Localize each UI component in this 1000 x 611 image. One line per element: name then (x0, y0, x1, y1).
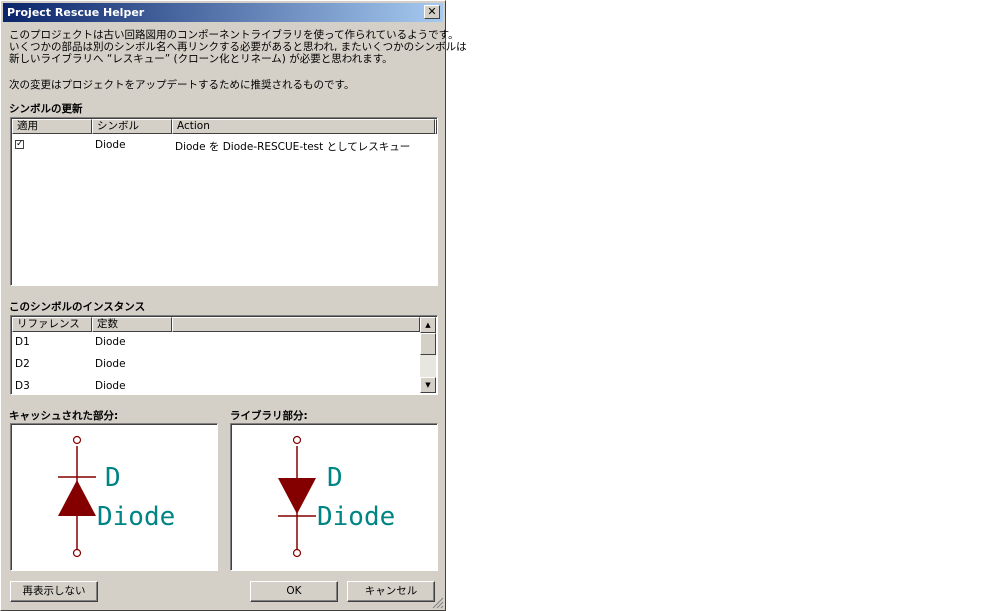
col-filler (435, 119, 437, 134)
title-bar[interactable]: Project Rescue Helper ✕ (3, 3, 443, 22)
scroll-thumb[interactable] (420, 333, 436, 355)
apply-checkbox[interactable]: ✓ (15, 140, 24, 149)
diode-right-icon: D Diode (278, 435, 395, 558)
row-ref: D1 (15, 336, 30, 348)
intro-line-1: このプロジェクトは古い回路図用のコンポーネントライブラリを使って作られているよう… (9, 29, 459, 41)
cancel-button[interactable]: キャンセル (347, 581, 435, 602)
scroll-up-button[interactable]: ▲ (420, 317, 436, 333)
row-symbol: Diode (95, 139, 126, 151)
symbols-list[interactable]: 適用 シンボル Action ✓ Diode Diode を Diode-RES… (10, 117, 438, 286)
row-value: Diode (95, 358, 126, 370)
cached-part-label: キャッシュされた部分: (9, 410, 119, 422)
col-reference[interactable]: リファレンス (12, 317, 92, 332)
diode-left-icon: D Diode (58, 435, 175, 558)
arrow-up-icon: ▲ (425, 321, 431, 329)
col-apply[interactable]: 適用 (12, 119, 92, 134)
symbols-heading: シンボルの更新 (9, 103, 83, 115)
library-part-preview: D Diode (230, 423, 438, 571)
col-value[interactable]: 定数 (92, 317, 172, 332)
row-ref: D2 (15, 358, 30, 370)
scroll-down-button[interactable]: ▼ (420, 377, 436, 393)
close-button[interactable]: ✕ (424, 5, 440, 19)
rescue-dialog: Project Rescue Helper ✕ このプロジェクトは古い回路図用の… (0, 0, 467, 611)
vertical-scrollbar[interactable]: ▲ ▼ (420, 317, 436, 393)
row-value: Diode (95, 336, 126, 348)
row-value: Diode (95, 380, 126, 392)
library-part-label: ライブラリ部分: (230, 410, 308, 422)
intro-text: このプロジェクトは古い回路図用のコンポーネントライブラリを使って作られているよう… (9, 29, 467, 65)
recommend-text: 次の変更はプロジェクトをアップデートするために推奨されるものです。 (9, 79, 355, 91)
library-value: Diode (317, 502, 395, 532)
cached-part-preview: D Diode (10, 423, 218, 571)
resize-grip-icon[interactable] (432, 597, 444, 609)
instances-list[interactable]: リファレンス 定数 D1 Diode D2 Diode D3 Diode ▲ ▼ (10, 315, 438, 395)
arrow-down-icon: ▼ (425, 381, 431, 389)
window-title: Project Rescue Helper (7, 6, 145, 19)
row-action: Diode を Diode-RESCUE-test としてレスキュー (175, 141, 411, 153)
library-ref: D (327, 463, 343, 493)
dont-show-again-button[interactable]: 再表示しない (10, 581, 98, 602)
cached-value: Diode (97, 502, 175, 532)
col-symbol[interactable]: シンボル (92, 119, 172, 134)
intro-line-2: いくつかの部品は別のシンボル名へ再リンクする必要があると思われ, またいくつかの… (9, 41, 467, 53)
close-icon: ✕ (427, 5, 437, 18)
ok-button[interactable]: OK (250, 581, 338, 602)
row-ref: D3 (15, 380, 30, 392)
intro-line-3: 新しいライブラリへ “レスキュー” (クローン化とリネーム) が必要と思われます… (9, 53, 393, 65)
cached-ref: D (105, 463, 121, 493)
col-filler-2 (172, 317, 420, 332)
col-action[interactable]: Action (172, 119, 435, 134)
instances-heading: このシンボルのインスタンス (9, 301, 146, 313)
